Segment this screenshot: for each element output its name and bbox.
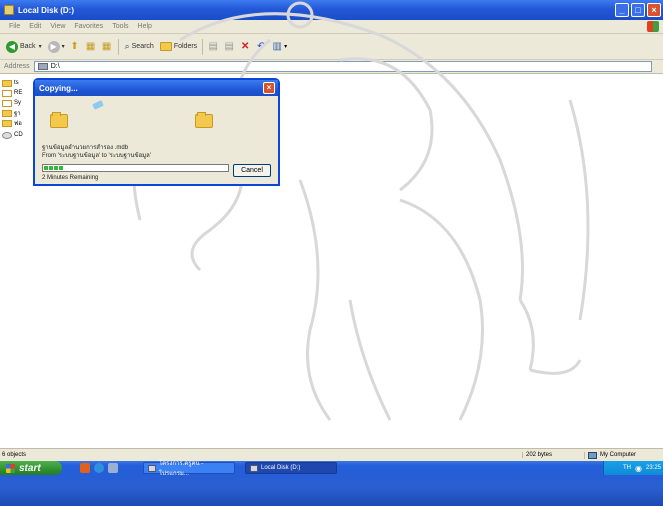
file-name: ฐา: [14, 111, 21, 117]
drive-icon: [4, 5, 14, 15]
progress-block: [44, 166, 48, 170]
file-name: ts: [14, 80, 19, 86]
folder-icon: [2, 79, 12, 87]
quick-launch: [80, 463, 118, 473]
progress-block: [49, 166, 53, 170]
document-icon: [148, 464, 156, 472]
search-label: Search: [131, 43, 154, 50]
list-item[interactable]: ฟอ: [2, 118, 22, 128]
list-item[interactable]: CD: [2, 130, 23, 140]
folder-icon: [2, 89, 12, 97]
taskbar-item-local-disk[interactable]: Local Disk (D:): [245, 462, 337, 474]
cd-drive-icon: [2, 131, 12, 139]
object-count: 6 objects: [2, 452, 27, 458]
views-icon[interactable]: ▥: [271, 41, 283, 53]
dialog-title: Copying...: [39, 83, 78, 93]
undo-icon[interactable]: ↶: [255, 41, 267, 53]
zone-indicator: My Computer: [584, 451, 637, 459]
menu-favorites[interactable]: Favorites: [74, 23, 103, 30]
windows-flag-icon: [6, 463, 15, 473]
browser-icon[interactable]: [80, 463, 90, 473]
total-size: 202 bytes: [522, 452, 584, 458]
task-label: โครงการ.ครูคน - โปรแกรม...: [158, 461, 204, 477]
file-name: RE: [14, 90, 23, 96]
toolbar: ◀ Back ▾ ▶ ▾ ⬆ ▦ ▦ ⌕ Search Folders ▤ ▤ …: [0, 34, 663, 60]
file-name: CD: [14, 132, 23, 138]
show-desktop-icon[interactable]: [108, 463, 118, 473]
list-item[interactable]: ts: [2, 78, 19, 88]
windows-logo-icon: [647, 21, 659, 32]
cancel-button[interactable]: Cancel: [233, 164, 271, 177]
address-value: D:\: [50, 63, 60, 70]
taskbar: start โครงการ.ครูคน - โปรแกรม... Local D…: [0, 461, 663, 506]
folders-label: Folders: [173, 43, 198, 50]
menu-tools[interactable]: Tools: [112, 23, 128, 30]
list-item[interactable]: ฐา: [2, 108, 21, 118]
copy-progress-bar: [42, 164, 229, 172]
drive-icon: [250, 464, 258, 472]
folder-icon: [2, 109, 12, 117]
list-item[interactable]: Sy: [2, 98, 21, 108]
address-input[interactable]: D:\: [33, 61, 652, 72]
toolbar-separator: [117, 38, 119, 55]
task-label: Local Disk (D:): [261, 465, 301, 471]
forward-button[interactable]: ▶ ▾: [47, 40, 65, 53]
window-title: Local Disk (D:): [18, 5, 75, 15]
status-bar: 6 objects 202 bytes My Computer: [0, 448, 663, 461]
volume-icon[interactable]: ◉: [635, 464, 642, 473]
close-button[interactable]: ×: [647, 3, 661, 17]
menu-bar: File Edit View Favorites Tools Help: [0, 20, 663, 34]
clock[interactable]: 23:25: [646, 465, 661, 471]
list-item[interactable]: RE: [2, 88, 22, 98]
drive-icon: [37, 63, 48, 70]
back-label: Back: [20, 43, 36, 50]
file-name: ฟอ: [14, 121, 22, 127]
maximize-button[interactable]: □: [631, 3, 645, 17]
folders-button[interactable]: Folders: [159, 42, 198, 51]
move-to-icon[interactable]: ▦: [85, 41, 97, 53]
progress-block: [59, 166, 63, 170]
time-remaining: 2 Minutes Remaining: [42, 175, 99, 181]
start-button[interactable]: start: [0, 461, 62, 475]
internet-explorer-icon[interactable]: [94, 463, 104, 473]
zone-label: My Computer: [600, 452, 637, 458]
start-label: start: [19, 462, 41, 474]
search-icon: ⌕: [124, 41, 130, 51]
folder-icon: [2, 99, 12, 107]
back-arrow-icon: ◀: [6, 40, 18, 53]
folders-icon: [159, 42, 172, 51]
dialog-titlebar[interactable]: Copying...: [35, 80, 278, 96]
toolbar-separator: [202, 38, 204, 55]
delete-icon[interactable]: ✕: [239, 41, 251, 53]
address-label: Address: [4, 63, 30, 70]
progress-fill: [43, 165, 228, 171]
address-bar: Address D:\: [0, 60, 663, 74]
dialog-close-button[interactable]: ×: [263, 82, 275, 94]
back-button[interactable]: ◀ Back ▾: [6, 40, 42, 53]
menu-edit[interactable]: Edit: [29, 23, 41, 30]
menu-view[interactable]: View: [50, 23, 65, 30]
progress-block: [54, 166, 58, 170]
search-button[interactable]: ⌕ Search: [125, 41, 154, 52]
taskbar-item-document[interactable]: โครงการ.ครูคน - โปรแกรม...: [143, 461, 235, 477]
copy-to-icon[interactable]: ▦: [101, 41, 113, 53]
source-folder-icon: [50, 112, 68, 128]
file-name: Sy: [14, 100, 22, 106]
window-titlebar[interactable]: Local Disk (D:) _ □ ×: [0, 0, 663, 20]
flying-document-icon: [92, 100, 104, 110]
copying-dialog: Copying... × ฐานข้อมูลอำนวยการสำรอง .mdb…: [33, 78, 280, 186]
system-tray: TH ◉ 23:25: [603, 461, 663, 475]
forward-arrow-icon: ▶: [47, 40, 60, 53]
language-indicator[interactable]: TH: [623, 465, 631, 471]
move-icon[interactable]: ▤: [207, 41, 219, 53]
menu-help[interactable]: Help: [138, 23, 152, 30]
up-folder-icon[interactable]: ⬆: [69, 41, 81, 53]
folder-icon: [2, 119, 12, 127]
destination-folder-icon: [195, 112, 213, 128]
copy-icon[interactable]: ▤: [223, 41, 235, 53]
menu-file[interactable]: File: [9, 23, 20, 30]
my-computer-icon: [588, 451, 597, 459]
minimize-button[interactable]: _: [615, 3, 629, 17]
copy-from-to: From 'ระบบฐานข้อมูล' to 'ระบบฐานข้อมูล': [42, 153, 151, 159]
